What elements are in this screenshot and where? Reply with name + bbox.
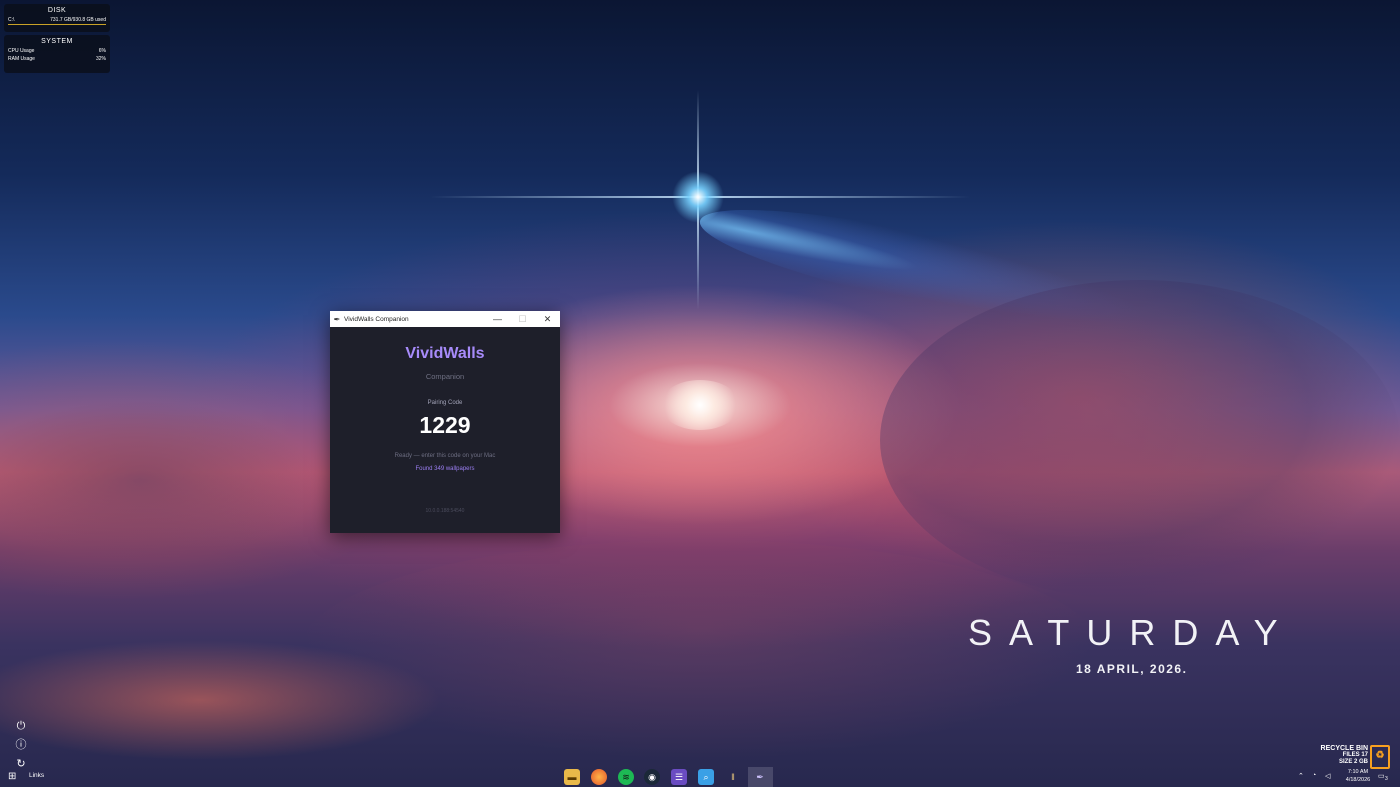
disk-row: C:\ 731.7 GB/930.8 GB used bbox=[4, 16, 110, 24]
recycle-bin-icon[interactable]: ♻ bbox=[1370, 745, 1390, 769]
star-core bbox=[672, 171, 724, 223]
file-explorer-icon[interactable]: ▬ bbox=[564, 769, 580, 785]
steam-icon[interactable]: ◉ bbox=[644, 769, 660, 785]
recycle-bin-size: SIZE 2 GB bbox=[1338, 759, 1368, 765]
day-of-week: SATURDAY bbox=[968, 612, 1295, 653]
firefox-icon[interactable] bbox=[591, 769, 607, 785]
found-wallpapers-text: Found 349 wallpapers bbox=[415, 466, 475, 472]
ram-value: 32% bbox=[95, 56, 106, 62]
volume-icon[interactable]: ◁ bbox=[1325, 772, 1330, 780]
status-text: Ready — enter this code on your Mac bbox=[394, 453, 496, 459]
close-button[interactable]: ✕ bbox=[535, 311, 560, 327]
ram-label: RAM Usage bbox=[8, 56, 35, 62]
recycle-bin-widget[interactable]: RECYCLE BIN FILES 17 SIZE 2 GB bbox=[1300, 745, 1368, 766]
cpu-row: CPU Usage 6% bbox=[4, 47, 110, 55]
ip-address: 10.0.0.188:54540 bbox=[425, 508, 465, 514]
disk-widget: DISK C:\ 731.7 GB/930.8 GB used bbox=[4, 4, 110, 32]
taskbar-clock[interactable]: 7:10 AM 4/18/2026 bbox=[1340, 768, 1376, 784]
full-date: 18 APRIL, 2026. bbox=[1076, 662, 1188, 676]
taskbar: ⊞ Links ▬ ≋ ◉ ☰ ⌕ ‖ ✒ ⌃ ◔ ◁ 7:10 AM 4/18… bbox=[0, 767, 1400, 787]
vividwalls-window: ✒ VividWalls Companion — ☐ ✕ VividWalls … bbox=[330, 311, 560, 533]
disk-usage-bar bbox=[8, 24, 106, 25]
cpu-label: CPU Usage bbox=[8, 48, 35, 54]
links-toolbar[interactable]: Links bbox=[29, 772, 44, 779]
recycle-bin-files: FILES 17 bbox=[1342, 752, 1368, 758]
horizon-sun bbox=[660, 380, 740, 430]
system-widget-title: SYSTEM bbox=[41, 38, 73, 45]
notification-count: 3 bbox=[1385, 776, 1388, 782]
clock-date: 4/18/2026 bbox=[1345, 777, 1371, 783]
power-icon[interactable]: ⏻ bbox=[14, 719, 28, 733]
cloud-right bbox=[880, 280, 1400, 600]
maximize-button[interactable]: ☐ bbox=[510, 311, 535, 327]
app-brand: VividWalls bbox=[405, 345, 485, 362]
disk-drive: C:\ bbox=[8, 17, 15, 23]
ram-row: RAM Usage 32% bbox=[4, 55, 110, 63]
window-title: VividWalls Companion bbox=[344, 315, 409, 323]
notification-icon[interactable]: ▭ bbox=[1378, 772, 1385, 780]
clock-time: 7:10 AM bbox=[1347, 769, 1369, 775]
search-app-icon[interactable]: ⌕ bbox=[698, 769, 714, 785]
feather-icon: ✒ bbox=[333, 314, 341, 324]
network-icon[interactable]: ◔ bbox=[1312, 772, 1316, 779]
chevron-up-icon[interactable]: ⌃ bbox=[1298, 772, 1304, 780]
pairing-code: 1229 bbox=[419, 412, 471, 438]
spotify-icon[interactable]: ≋ bbox=[618, 769, 634, 785]
window-titlebar[interactable]: ✒ VividWalls Companion — ☐ ✕ bbox=[330, 311, 560, 327]
app-subtitle: Companion bbox=[425, 372, 465, 381]
system-widget: SYSTEM CPU Usage 6% RAM Usage 32% bbox=[4, 35, 110, 73]
windows-start-icon[interactable]: ⊞ bbox=[8, 771, 16, 782]
window-body: VividWalls Companion Pairing Code 1229 R… bbox=[330, 345, 560, 514]
disk-usage: 731.7 GB/930.8 GB used bbox=[50, 17, 106, 23]
app-icon[interactable]: ☰ bbox=[671, 769, 687, 785]
pairing-code-label: Pairing Code bbox=[427, 400, 463, 406]
equalizer-icon[interactable]: ‖ bbox=[725, 769, 741, 785]
vividwalls-icon[interactable]: ✒ bbox=[752, 769, 768, 785]
cloud-left bbox=[0, 400, 320, 560]
disk-widget-title: DISK bbox=[47, 7, 67, 14]
minimize-button[interactable]: — bbox=[485, 311, 510, 327]
info-icon[interactable]: ⓘ bbox=[14, 738, 28, 752]
cpu-value: 6% bbox=[98, 48, 106, 54]
recycle-bin-title: RECYCLE BIN bbox=[1320, 745, 1368, 752]
